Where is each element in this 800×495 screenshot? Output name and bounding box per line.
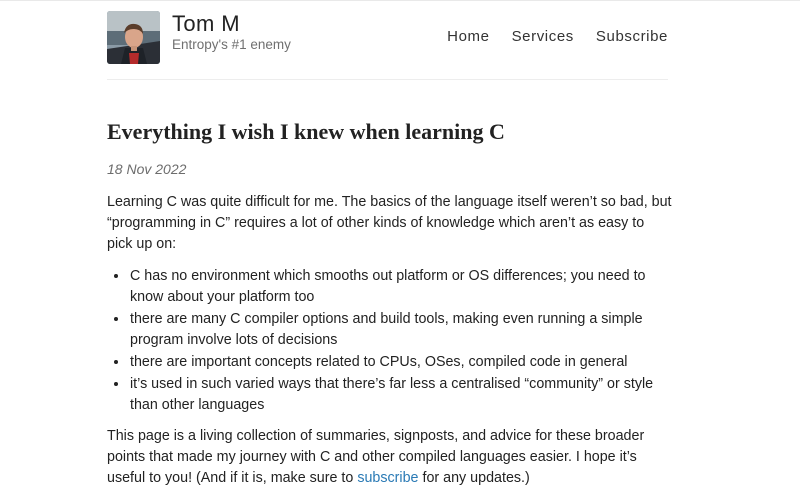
- nav-services-link[interactable]: Services: [512, 28, 574, 45]
- site-title[interactable]: Tom M: [172, 11, 240, 37]
- list-item: there are many C compiler options and bu…: [129, 309, 672, 351]
- bullet-list: C has no environment which smooths out p…: [107, 266, 672, 416]
- list-item: there are important concepts related to …: [129, 352, 672, 373]
- nav-home-link[interactable]: Home: [447, 28, 489, 45]
- site-tagline: Entropy's #1 enemy: [172, 37, 291, 52]
- closing-text-after: for any updates.): [418, 470, 530, 486]
- list-item: C has no environment which smooths out p…: [129, 266, 672, 308]
- post-closing: This page is a living collection of summ…: [107, 426, 672, 489]
- subscribe-link[interactable]: subscribe: [357, 470, 418, 486]
- avatar-image: [107, 11, 160, 64]
- main-nav: Home Services Subscribe: [425, 28, 668, 45]
- avatar[interactable]: [107, 11, 160, 64]
- post-date: 18 Nov 2022: [107, 161, 187, 177]
- post-title: Everything I wish I knew when learning C: [107, 119, 505, 144]
- post-intro: Learning C was quite difficult for me. T…: [107, 194, 672, 252]
- nav-subscribe-link[interactable]: Subscribe: [596, 28, 668, 45]
- post-article: Everything I wish I knew when learning C…: [107, 117, 672, 489]
- list-item: it’s used in such varied ways that there…: [129, 374, 672, 416]
- top-border: [0, 0, 800, 1]
- site-header: Tom M Entropy's #1 enemy Home Services S…: [107, 11, 668, 77]
- header-divider: [107, 79, 668, 80]
